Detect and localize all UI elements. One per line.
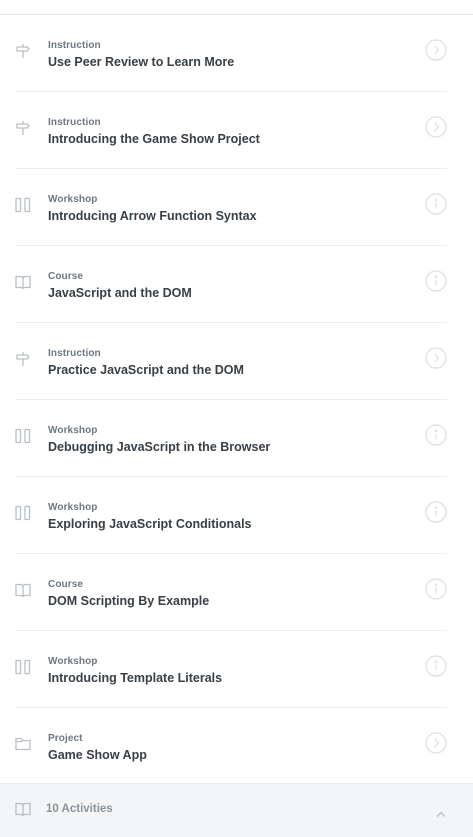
activity-item[interactable]: Instruction Practice JavaScript and the … [15,323,447,400]
activity-item[interactable]: Workshop Exploring JavaScript Conditiona… [15,477,447,554]
chevron-circle-icon[interactable] [425,732,447,754]
workshop-icon [15,197,31,213]
signpost-icon [15,120,31,136]
activity-type: Workshop [48,425,98,436]
info-circle-icon[interactable] [425,424,447,446]
chevron-circle-icon[interactable] [425,116,447,138]
activity-item[interactable]: Instruction Use Peer Review to Learn Mor… [15,15,447,92]
activity-item[interactable]: Course JavaScript and the DOM [15,246,447,323]
activity-item[interactable]: Workshop Introducing Template Literals [15,631,447,708]
chevron-up-icon[interactable] [435,806,447,817]
info-circle-icon[interactable] [425,655,447,677]
signpost-icon [15,351,31,367]
activity-item[interactable]: Project Game Show App [15,708,447,785]
chevron-circle-icon[interactable] [425,39,447,61]
workshop-icon [15,659,31,675]
activity-title: DOM Scripting By Example [48,594,210,608]
folder-icon [15,736,31,752]
workshop-icon [15,428,31,444]
activity-item[interactable]: Course DOM Scripting By Example [15,554,447,631]
activity-type: Project [48,733,83,744]
info-circle-icon[interactable] [425,501,447,523]
info-circle-icon[interactable] [425,193,447,215]
book-icon [15,274,31,290]
activity-type: Instruction [48,40,101,51]
activity-title: Use Peer Review to Learn More [48,55,235,69]
activity-title: Game Show App [48,748,147,762]
activities-toggle-bar[interactable]: 10 Activities [0,783,473,837]
activity-type: Course [48,579,84,590]
book-icon [15,801,31,817]
activity-title: Introducing the Game Show Project [48,132,260,146]
activity-type: Instruction [48,117,101,128]
activity-item[interactable]: Workshop Introducing Arrow Function Synt… [15,169,447,246]
activity-type: Workshop [48,194,98,205]
activity-title: JavaScript and the DOM [48,286,192,300]
top-strip [0,0,473,15]
info-circle-icon[interactable] [425,270,447,292]
activity-count: 10 Activities [46,803,113,815]
activity-type: Workshop [48,656,98,667]
workshop-icon [15,505,31,521]
activity-type: Instruction [48,348,101,359]
activity-item[interactable]: Instruction Introducing the Game Show Pr… [15,92,447,169]
activity-title: Introducing Template Literals [48,671,223,685]
info-circle-icon[interactable] [425,578,447,600]
activity-title: Exploring JavaScript Conditionals [48,517,252,531]
activity-item[interactable]: Workshop Debugging JavaScript in the Bro… [15,400,447,477]
chevron-circle-icon[interactable] [425,347,447,369]
signpost-icon [15,43,31,59]
book-icon [15,582,31,598]
activity-type: Course [48,271,84,282]
activity-list: Instruction Use Peer Review to Learn Mor… [0,15,473,785]
activity-type: Workshop [48,502,98,513]
activity-title: Practice JavaScript and the DOM [48,363,244,377]
activity-title: Introducing Arrow Function Syntax [48,209,257,223]
activity-title: Debugging JavaScript in the Browser [48,440,271,454]
